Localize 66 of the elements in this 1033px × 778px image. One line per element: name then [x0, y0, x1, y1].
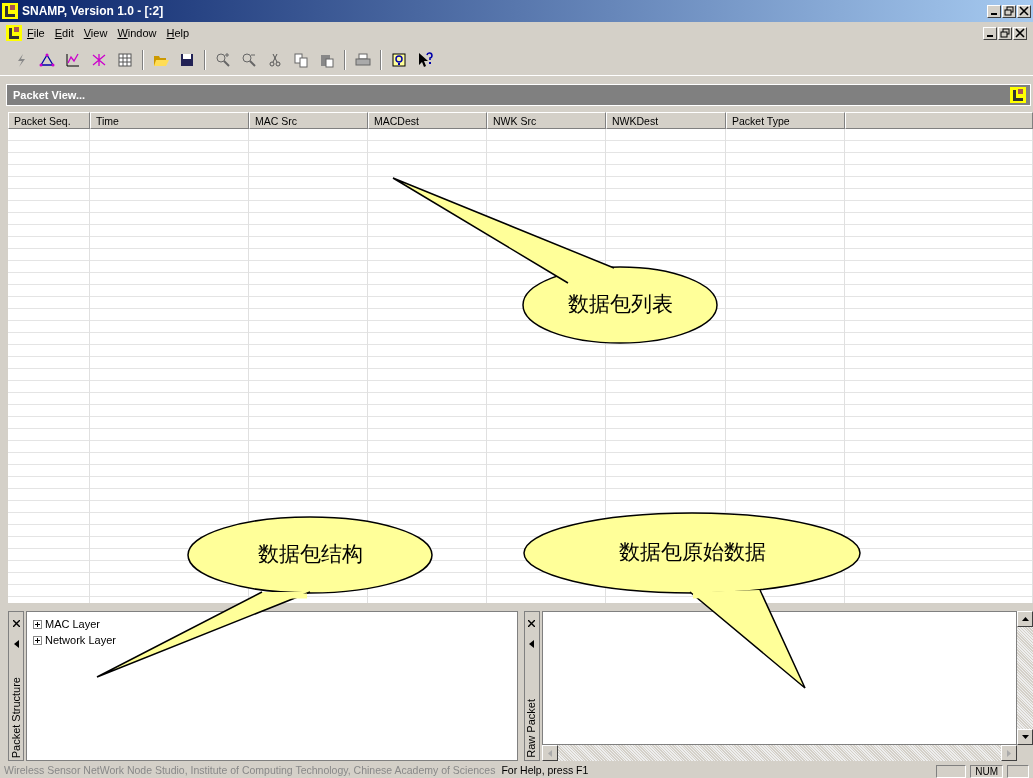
minimize-button[interactable] [983, 26, 997, 40]
menu-item[interactable]: Window [112, 24, 162, 42]
help-book-icon[interactable] [391, 51, 407, 68]
tree-item[interactable]: Network Layer [45, 631, 116, 649]
close-icon [1015, 28, 1025, 38]
right-arrow-icon [1007, 749, 1011, 757]
dock-title: Raw Packet [524, 699, 539, 760]
status-text: For Help, press F1 [501, 763, 589, 778]
status-indicator-blank [1007, 764, 1029, 778]
printer-icon[interactable] [355, 51, 371, 68]
vertical-scrollbar[interactable] [1017, 611, 1033, 745]
column-header[interactable]: Packet Type [726, 112, 845, 129]
menu-item[interactable]: Help [161, 24, 195, 42]
close-button[interactable] [1013, 26, 1027, 40]
left-arrow-icon [547, 749, 552, 757]
save-icon[interactable] [179, 51, 195, 68]
callout-text: 数据包列表 [567, 291, 673, 319]
panel-title: Packet View... [13, 87, 86, 103]
left-arrow-icon [13, 639, 19, 648]
minimize-icon [987, 35, 993, 37]
triangle-network-icon[interactable] [39, 51, 55, 68]
menu-item[interactable]: File [22, 24, 50, 42]
column-header[interactable]: NWKDest [606, 112, 726, 129]
callout-text: 数据包原始数据 [618, 539, 766, 567]
column-header-blank[interactable] [845, 112, 1033, 129]
down-arrow-icon [1021, 735, 1029, 739]
menu-item[interactable]: View [78, 24, 113, 42]
left-arrow-icon [529, 639, 534, 648]
credit-text: Wireless Sensor NetWork Node Studio, Institute of Computing Technology, Chinese Academy of Sciences [4, 763, 496, 778]
column-header[interactable]: Time [90, 112, 249, 129]
close-icon [528, 619, 535, 627]
scissors-icon[interactable] [267, 51, 283, 68]
menu-item[interactable]: Edit [49, 24, 79, 42]
callout-text: 数据包结构 [257, 541, 363, 569]
star-network-icon[interactable] [91, 51, 107, 68]
zoom-in-icon[interactable] [215, 51, 231, 68]
zoom-out-icon[interactable] [241, 51, 257, 68]
expand-icon[interactable] [33, 635, 42, 645]
copy-icon[interactable] [293, 51, 309, 68]
restore-button[interactable] [998, 26, 1012, 40]
close-icon [1019, 6, 1029, 16]
status-indicator: NUM [970, 764, 1003, 778]
pointer-help-icon[interactable] [417, 51, 433, 68]
column-header[interactable]: MAC Src [249, 112, 368, 129]
app-logo-icon [2, 3, 18, 19]
column-header[interactable]: MACDest [368, 112, 487, 129]
minimize-button[interactable] [987, 4, 1001, 18]
app-logo-icon [6, 25, 22, 41]
close-button[interactable] [1017, 4, 1031, 18]
expand-icon[interactable] [33, 619, 42, 629]
column-header[interactable]: Packet Seq. [8, 112, 90, 129]
dock-title: Packet Structure [8, 676, 23, 760]
window-title: SNAMP, Version 1.0 - [:2] [22, 3, 164, 20]
table-icon[interactable] [117, 51, 133, 68]
restore-button[interactable] [1002, 4, 1016, 18]
restore-icon [1000, 28, 1010, 38]
status-indicator-blank [936, 764, 967, 778]
minimize-icon [991, 13, 997, 15]
horizontal-scrollbar[interactable] [541, 745, 1017, 761]
up-arrow-icon [1021, 617, 1029, 621]
close-icon [12, 619, 20, 627]
chart-icon[interactable] [65, 51, 81, 68]
app-logo-icon [1010, 87, 1026, 103]
restore-icon [1004, 6, 1014, 16]
tree-item[interactable]: MAC Layer [45, 615, 101, 633]
column-header[interactable]: NWK Src [487, 112, 606, 129]
